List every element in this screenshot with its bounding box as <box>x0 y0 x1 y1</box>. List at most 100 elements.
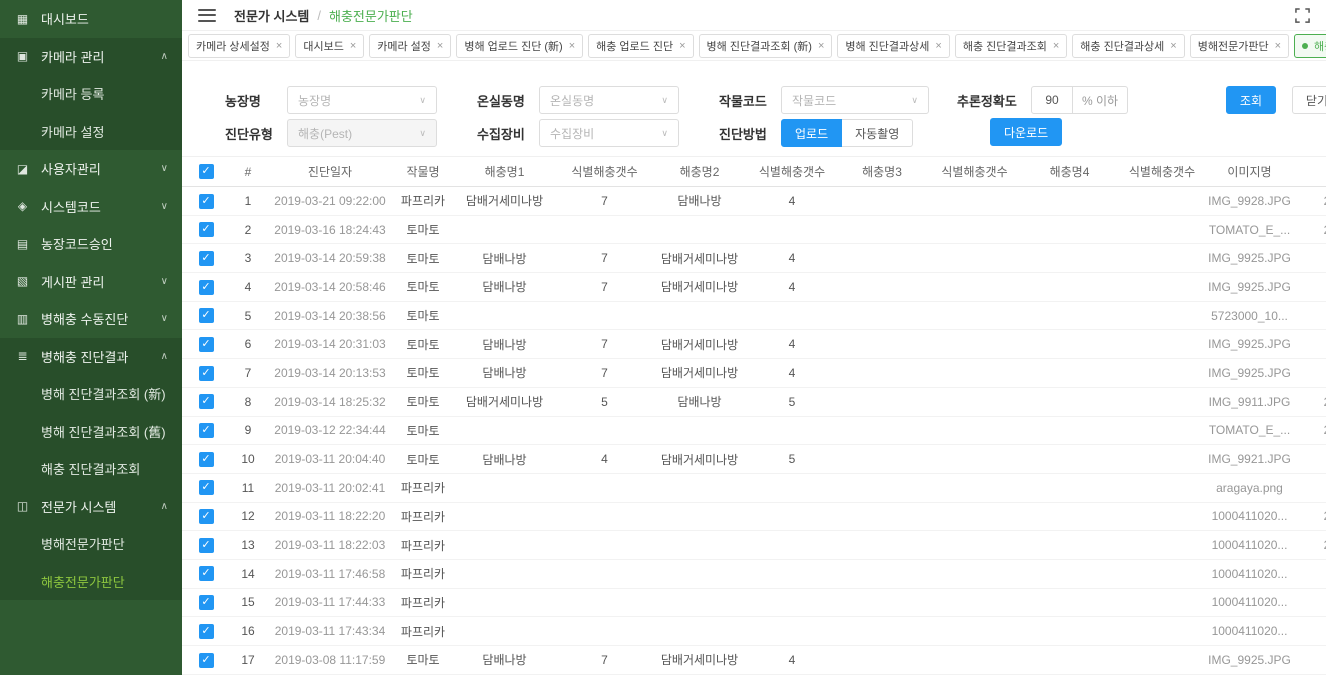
row-checkbox[interactable]: ✓ <box>199 452 214 467</box>
greenhouse-select[interactable]: 온실동명 ∨ <box>539 86 679 114</box>
table-row: ✓162019-03-11 17:43:34파프리카1000411020...2… <box>182 617 1326 646</box>
auto-capture-method-button[interactable]: 자동촬영 <box>842 119 913 147</box>
pest4-name <box>1022 387 1117 416</box>
tab[interactable]: 병해전문가판단× <box>1190 34 1289 58</box>
row-checkbox[interactable]: ✓ <box>199 337 214 352</box>
sidebar-item-dashboard[interactable]: ▦대시보드 <box>0 0 182 38</box>
row-checkbox[interactable]: ✓ <box>199 509 214 524</box>
pest4-name <box>1022 301 1117 330</box>
row-checkbox[interactable]: ✓ <box>199 423 214 438</box>
sidebar-item-manual-diagnosis[interactable]: ▥병해충 수동진단∨ <box>0 300 182 338</box>
table-row: ✓82019-03-14 18:25:32토마토담배거세미나방5담배나방5IMG… <box>182 387 1326 416</box>
pest3-name <box>837 359 927 388</box>
select-all-checkbox[interactable]: ✓ <box>199 164 214 179</box>
tab-close-icon[interactable]: × <box>1275 40 1281 52</box>
row-checkbox[interactable]: ✓ <box>199 394 214 409</box>
crop-code-label: 작물코드 <box>719 91 773 110</box>
sidebar-item-farm-code-approval[interactable]: ▤농장코드승인 <box>0 225 182 263</box>
upload-method-button[interactable]: 업로드 <box>781 119 842 147</box>
table-body: ✓12019-03-21 09:22:00파프리카담배거세미나방7담배나방4IM… <box>182 187 1326 675</box>
tab[interactable]: 병해 진단결과상세× <box>837 34 949 58</box>
pest3-count <box>927 416 1022 445</box>
row-checkbox[interactable]: ✓ <box>199 366 214 381</box>
pest2-count <box>747 531 837 560</box>
diagnosis-date: 2019-03-14 20:38:56 <box>266 301 394 330</box>
pest4-name <box>1022 416 1117 445</box>
tab-close-icon[interactable]: × <box>276 40 282 52</box>
sidebar-subitem-disease-result-new[interactable]: 병해 진단결과조회 (新) <box>0 375 182 413</box>
tab-close-icon[interactable]: × <box>350 40 356 52</box>
pest1-count: 7 <box>557 244 652 273</box>
sidebar-subitem-pest-expert[interactable]: 해충전문가판단 <box>0 563 182 601</box>
row-checkbox[interactable]: ✓ <box>199 251 214 266</box>
row-checkbox[interactable]: ✓ <box>199 480 214 495</box>
crop-code-select[interactable]: 작물코드 ∨ <box>781 86 929 114</box>
chevron-up-icon: ∧ <box>161 501 168 512</box>
sidebar-subitem-camera-settings[interactable]: 카메라 설정 <box>0 113 182 151</box>
row-checkbox[interactable]: ✓ <box>199 280 214 295</box>
accuracy-input[interactable] <box>1031 86 1073 114</box>
tab-close-icon[interactable]: × <box>679 40 685 52</box>
farm-select[interactable]: 농장명 ∨ <box>287 86 437 114</box>
sidebar-subitem-disease-expert[interactable]: 병해전문가판단 <box>0 525 182 563</box>
tab[interactable]: 해충 진단결과상세× <box>1072 34 1184 58</box>
tab[interactable]: 병해 업로드 진단 (新)× <box>456 34 583 58</box>
pest4-name <box>1022 559 1117 588</box>
pest1-name <box>452 559 557 588</box>
tab-close-icon[interactable]: × <box>569 40 575 52</box>
diagnosis-type-select[interactable]: 해충(Pest) ∨ <box>287 119 437 147</box>
pest3-name <box>837 502 927 531</box>
diagnosis-date: 2019-03-08 11:17:59 <box>266 646 394 675</box>
tab[interactable]: 대시보드× <box>295 34 364 58</box>
pest4-count <box>1117 330 1207 359</box>
menu-toggle-icon[interactable] <box>198 9 216 22</box>
tab[interactable]: 카메라 상세설정× <box>188 34 290 58</box>
sidebar-item-diagnosis-results[interactable]: ≣병해충 진단결과∧ <box>0 338 182 376</box>
diagnosis-type-label: 진단유형 <box>225 124 279 143</box>
pest3-count <box>927 330 1022 359</box>
diagnosis-type-value: 해충(Pest) <box>298 125 352 142</box>
row-checkbox[interactable]: ✓ <box>199 538 214 553</box>
pest2-count <box>747 301 837 330</box>
tab[interactable]: 카메라 설정× <box>369 34 451 58</box>
sidebar-item-camera-management[interactable]: ▣카메라 관리∧ <box>0 38 182 76</box>
sidebar-subitem-camera-register[interactable]: 카메라 등록 <box>0 75 182 113</box>
sidebar-item-expert-system[interactable]: ◫전문가 시스템∧ <box>0 488 182 526</box>
image-name: 1000411020... <box>1207 588 1292 617</box>
pest3-count <box>927 301 1022 330</box>
close-button[interactable]: 닫기 <box>1292 86 1326 114</box>
row-checkbox[interactable]: ✓ <box>199 566 214 581</box>
fullscreen-icon[interactable] <box>1295 8 1310 23</box>
tab-close-icon[interactable]: × <box>1053 40 1059 52</box>
tab[interactable]: 해충 진단결과조회× <box>955 34 1067 58</box>
sidebar-item-user-management[interactable]: ◪사용자관리∨ <box>0 150 182 188</box>
sidebar-item-board-management[interactable]: ▧게시판 관리∨ <box>0 263 182 301</box>
tab-close-icon[interactable]: × <box>818 40 824 52</box>
row-checkbox[interactable]: ✓ <box>199 222 214 237</box>
tab[interactable]: 병해 진단결과조회 (新)× <box>699 34 833 58</box>
pest1-count: 7 <box>557 187 652 216</box>
row-checkbox[interactable]: ✓ <box>199 308 214 323</box>
diagnosis-date: 2019-03-14 20:13:53 <box>266 359 394 388</box>
pest1-count: 7 <box>557 330 652 359</box>
tab-close-icon[interactable]: × <box>437 40 443 52</box>
row-checkbox[interactable]: ✓ <box>199 624 214 639</box>
crop-name: 토마토 <box>394 330 452 359</box>
pest3-name <box>837 330 927 359</box>
row-checkbox[interactable]: ✓ <box>199 653 214 668</box>
sidebar-subitem-disease-result-old[interactable]: 병해 진단결과조회 (舊) <box>0 413 182 451</box>
sidebar-item-system-code[interactable]: ◈시스템코드∨ <box>0 188 182 226</box>
tab-close-icon[interactable]: × <box>935 40 941 52</box>
equipment-label: 수집장비 <box>477 124 531 143</box>
tab-active[interactable]: 해충전문가판단× <box>1294 34 1326 58</box>
tab[interactable]: 해충 업로드 진단× <box>588 34 693 58</box>
image-name: IMG_9925.JPG <box>1207 359 1292 388</box>
tab-close-icon[interactable]: × <box>1170 40 1176 52</box>
equipment-select[interactable]: 수집장비 ∨ <box>539 119 679 147</box>
diagnosis-result-icon: ≣ <box>14 349 31 363</box>
search-button[interactable]: 조회 <box>1226 86 1276 114</box>
row-checkbox[interactable]: ✓ <box>199 194 214 209</box>
row-checkbox[interactable]: ✓ <box>199 595 214 610</box>
sidebar-subitem-pest-result[interactable]: 해충 진단결과조회 <box>0 450 182 488</box>
download-button[interactable]: 다운로드 <box>990 118 1062 146</box>
